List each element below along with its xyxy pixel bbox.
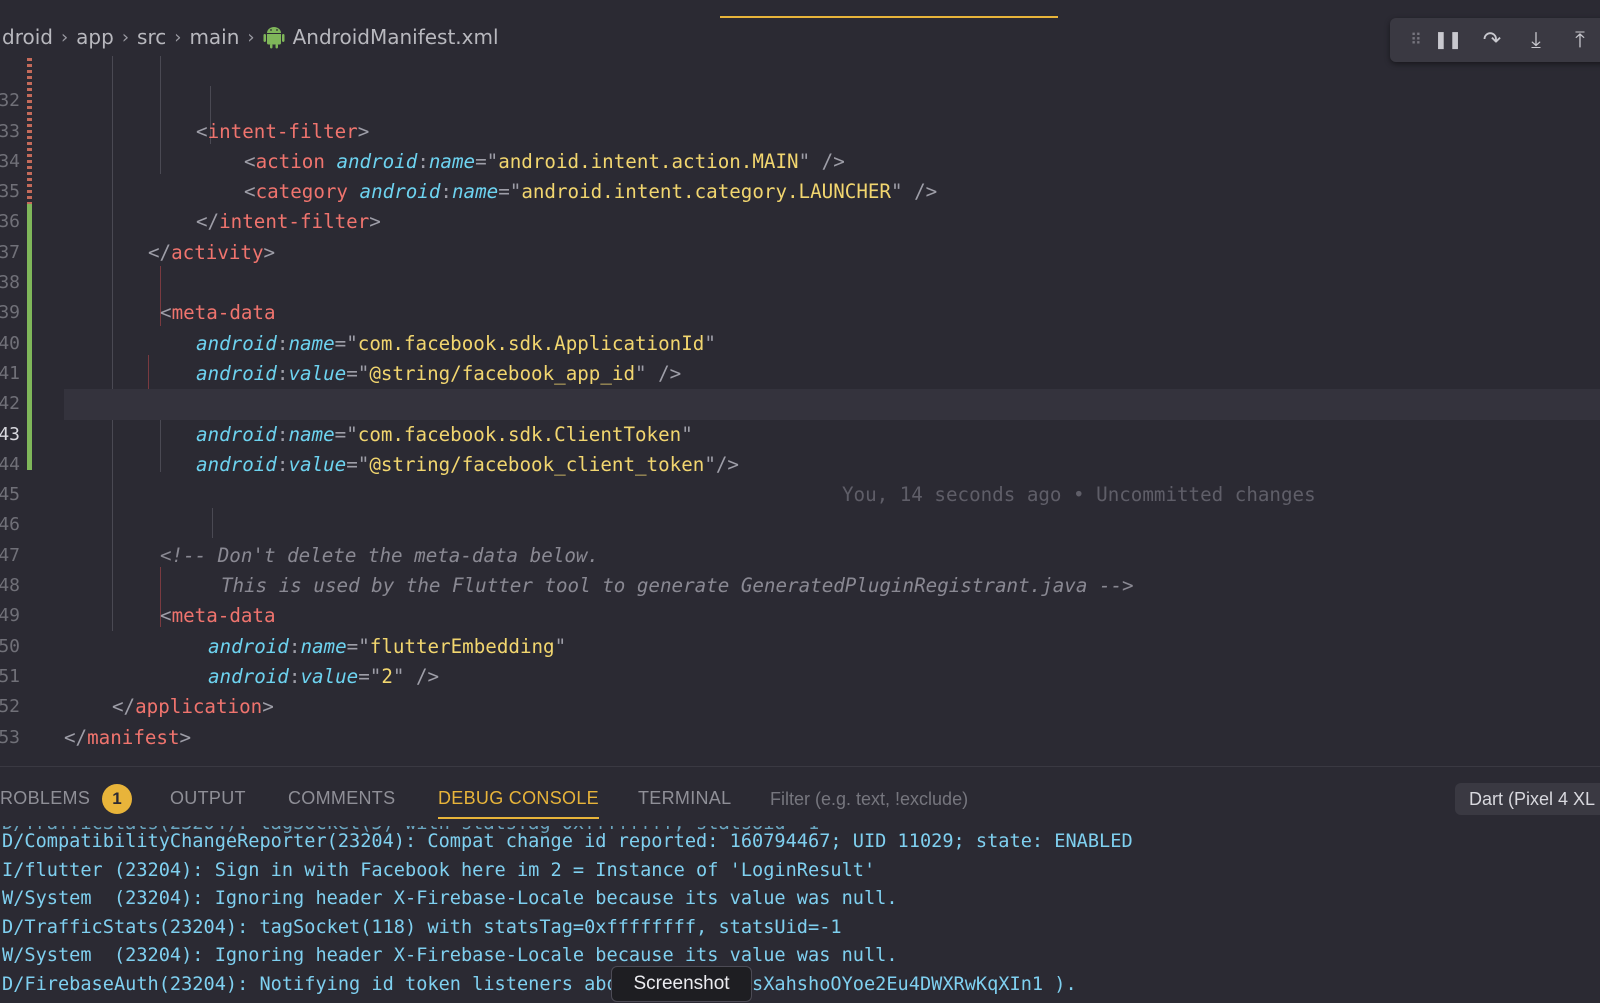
code-line: 32 <intent-filter> [0,56,1600,142]
token-tag: manifest [87,725,180,749]
code-line: 51 </application> [0,632,1600,718]
code-line: 40 android:value="@string/facebook_app_i… [0,298,1600,385]
console-line: D/FirebaseAuth(23204): Notifying id toke… [2,973,1077,995]
code-line: 45 [0,450,1600,505]
code-line: 36 </activity> [0,177,1600,263]
breadcrumb-file[interactable]: AndroidManifest.xml [293,25,499,49]
console-line: D/TrafficStats(23204): tagSocket(118) wi… [2,916,842,938]
active-editor-tab-indicator [720,16,1058,18]
code-line: 41 <meta-data [0,329,1600,415]
panel-tab-bar: ROBLEMS 1 OUTPUT COMMENTS DEBUG CONSOLE … [0,766,1600,826]
breadcrumb-item-android[interactable]: droid [0,25,55,49]
chevron-right-icon: › [121,26,130,48]
code-editor[interactable]: 32 <intent-filter> 33 <action android:na… [0,56,1600,766]
tab-problems[interactable]: ROBLEMS [0,781,90,815]
code-line: 38 <meta-data [0,238,1600,324]
console-line: D/CompatibilityChangeReporter(23204): Co… [2,831,1133,852]
token-punct: > [179,725,192,749]
step-out-icon[interactable]: ⤒ [1558,22,1600,58]
code-line-current: 43 android:value="@string/facebook_clien… [0,389,1600,507]
step-over-icon[interactable]: ↷ [1470,22,1514,58]
step-into-icon[interactable]: ⤓ [1514,22,1558,58]
token-punct: </ [64,725,88,749]
screenshot-tooltip: Screenshot [611,966,752,1002]
code-line: 53 [0,692,1600,748]
tab-terminal[interactable]: TERMINAL [638,781,731,815]
chevron-right-icon: › [60,26,69,48]
tab-debug-console[interactable]: DEBUG CONSOLE [438,781,599,819]
breadcrumb: droid › app › src › main › AndroidManife… [0,22,499,52]
console-line: I/flutter (23204): Sign in with Facebook… [2,859,876,881]
code-line: 44 [0,420,1600,475]
console-line: W/System (23204): Ignoring header X-Fire… [2,945,898,966]
code-line: 39 android:name="com.facebook.sdk.Applic… [0,268,1600,354]
code-line: 33 <action android:name="android.intent.… [0,86,1600,173]
chevron-right-icon: › [247,26,255,48]
code-line: 34 <category android:name="android.inten… [0,117,1600,203]
tab-output[interactable]: OUTPUT [170,781,246,815]
breadcrumb-item-src[interactable]: src [135,25,168,49]
pause-icon[interactable]: ❚❚ [1426,22,1470,58]
code-line: 50 android:value="2" /> [0,601,1600,688]
editor-tab-strip [0,0,1600,18]
android-icon [263,27,285,49]
code-line: 42 android:name="com.facebook.sdk.Client… [0,359,1600,445]
code-line: 37 [0,208,1600,263]
code-line: 49 android:name="flutterEmbedding" [0,571,1600,657]
tab-comments[interactable]: COMMENTS [288,781,395,815]
code-line: 52 </manifest> [0,662,1600,748]
breadcrumb-item-main[interactable]: main [187,25,241,49]
line-number: 53 [0,726,20,748]
breadcrumb-item-app[interactable]: app [74,25,116,49]
console-filter-input[interactable] [770,785,1370,813]
code-line: 47 This is used by the Flutter tool to g… [0,511,1600,597]
chevron-right-icon: › [174,26,182,48]
code-line: 35 </intent-filter> [0,147,1600,233]
debug-console-output[interactable]: D/TrafficStats(23204): tagSocket(5) with… [0,826,1600,1003]
console-line: W/System (23204): Ignoring header X-Fire… [2,888,898,909]
code-line: 46 <!-- Don't delete the meta-data below… [0,480,1600,566]
drag-grip-icon[interactable]: ⠿ [1404,22,1426,58]
problems-count-badge: 1 [102,784,132,814]
code-line: 48 <meta-data [0,541,1600,627]
debug-session-select[interactable]: Dart (Pixel 4 XL [1455,783,1600,815]
